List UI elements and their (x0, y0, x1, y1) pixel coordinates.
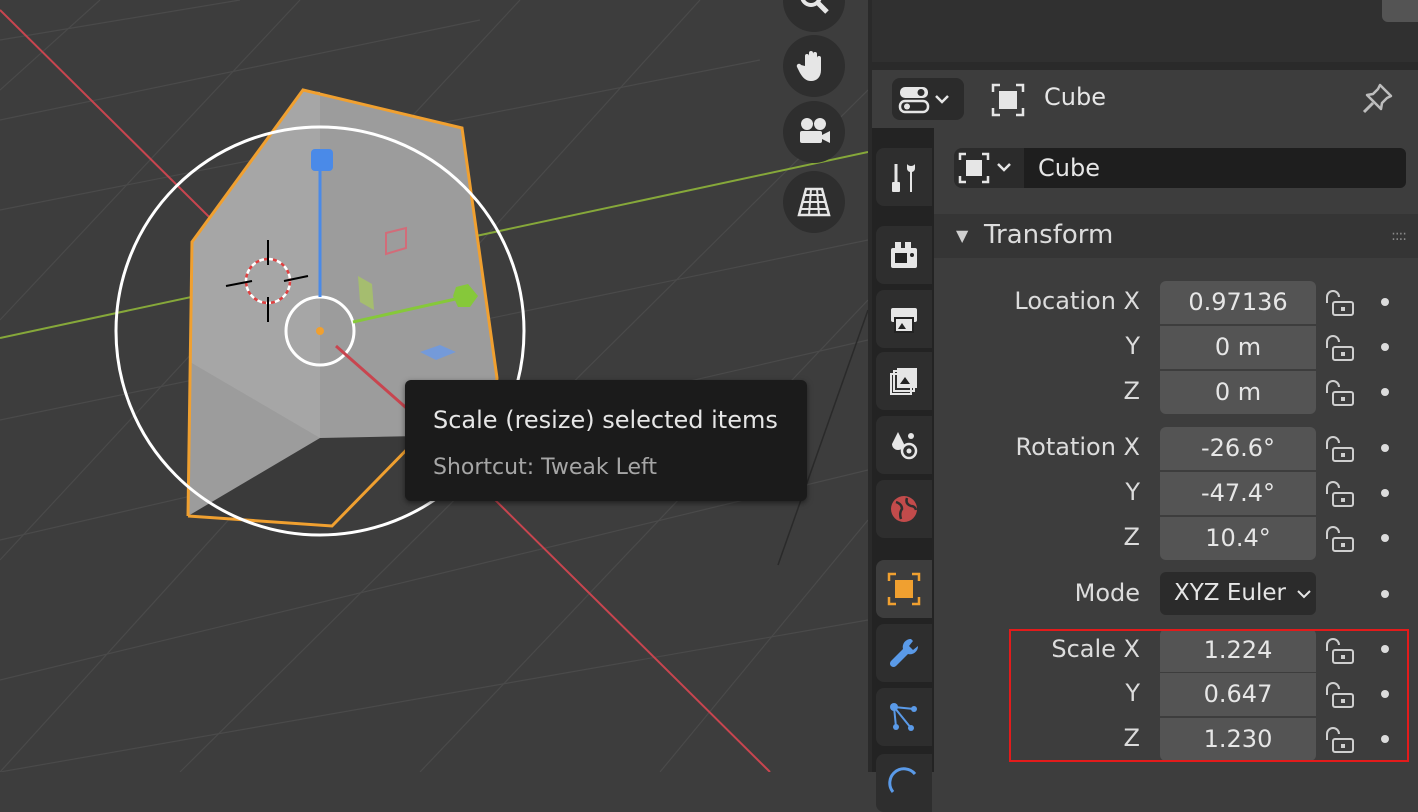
output-icon[interactable] (876, 290, 932, 348)
rotation-x-label: Rotation X (1015, 433, 1140, 461)
transform-panel-header[interactable]: ▼ Transform :::: (934, 214, 1418, 258)
rotation-mode-value: XYZ Euler (1174, 580, 1286, 606)
mode-label: Mode (1074, 579, 1140, 607)
keyframe-dot-icon[interactable] (1381, 388, 1389, 396)
rotation-x-field[interactable]: -26.6° (1160, 427, 1316, 470)
properties-tab-bar (872, 128, 934, 812)
modifier-icon[interactable] (876, 624, 932, 682)
z-scale-handle (311, 149, 333, 171)
view-layer-icon[interactable] (876, 352, 932, 410)
object-name-field[interactable]: Cube (1024, 148, 1406, 188)
lock-icon[interactable] (1324, 525, 1358, 553)
lock-icon[interactable] (1324, 435, 1358, 463)
rotation-z-field[interactable]: 10.4° (1160, 517, 1316, 560)
world-icon[interactable] (876, 480, 932, 538)
keyframe-dot-icon[interactable] (1381, 534, 1389, 542)
transform-panel-title: Transform (984, 220, 1114, 250)
keyframe-dot-icon[interactable] (1381, 489, 1389, 497)
location-y-label: Y (1125, 332, 1140, 360)
hand-pan-icon[interactable] (783, 35, 845, 97)
keyframe-dot-icon[interactable] (1381, 343, 1389, 351)
scale-highlight-box (1009, 629, 1409, 762)
3d-viewport[interactable]: Scale (resize) selected items Shortcut: … (0, 0, 868, 772)
lock-icon[interactable] (1324, 379, 1358, 407)
outliner-bottom (872, 0, 1418, 62)
keyframe-dot-icon[interactable] (1381, 298, 1389, 306)
pin-icon[interactable] (1360, 82, 1394, 120)
physics-icon[interactable] (876, 754, 932, 812)
editor-type-button[interactable] (892, 78, 964, 120)
camera-icon[interactable] (783, 101, 845, 163)
location-x-field[interactable]: 0.97136 (1160, 281, 1316, 324)
ortho-grid-icon[interactable] (783, 171, 845, 233)
rotation-mode-dropdown[interactable]: XYZ Euler (1160, 572, 1316, 615)
lock-icon[interactable] (1324, 289, 1358, 317)
location-y-field[interactable]: 0 m (1160, 326, 1316, 369)
particles-icon[interactable] (876, 688, 932, 746)
properties-header: Cube (872, 70, 1418, 128)
keyframe-dot-icon[interactable] (1381, 444, 1389, 452)
rotation-y-field[interactable]: -47.4° (1160, 472, 1316, 515)
location-z-field[interactable]: 0 m (1160, 371, 1316, 414)
rotation-y-label: Y (1125, 478, 1140, 506)
render-icon[interactable] (876, 226, 932, 284)
lock-icon[interactable] (1324, 334, 1358, 362)
scene-icon[interactable] (876, 416, 932, 474)
tool-icon[interactable] (876, 148, 932, 206)
keyframe-dot-icon[interactable] (1381, 590, 1389, 598)
collapse-arrow-icon: ▼ (956, 226, 969, 245)
location-x-label: Location X (1014, 287, 1140, 315)
tooltip-shortcut: Shortcut: Tweak Left (433, 455, 658, 480)
drag-grip-icon[interactable]: :::: (1391, 228, 1407, 244)
header-object-name: Cube (1044, 83, 1106, 111)
lock-icon[interactable] (1324, 480, 1358, 508)
chevron-down-icon (1297, 590, 1311, 599)
tooltip-title: Scale (resize) selected items (433, 406, 778, 434)
object-data-icon (990, 82, 1026, 122)
location-z-label: Z (1123, 377, 1140, 405)
object-type-dropdown[interactable] (954, 148, 1024, 188)
rotation-z-label: Z (1123, 523, 1140, 551)
object-icon[interactable] (876, 560, 932, 618)
tooltip: Scale (resize) selected items Shortcut: … (405, 380, 807, 501)
